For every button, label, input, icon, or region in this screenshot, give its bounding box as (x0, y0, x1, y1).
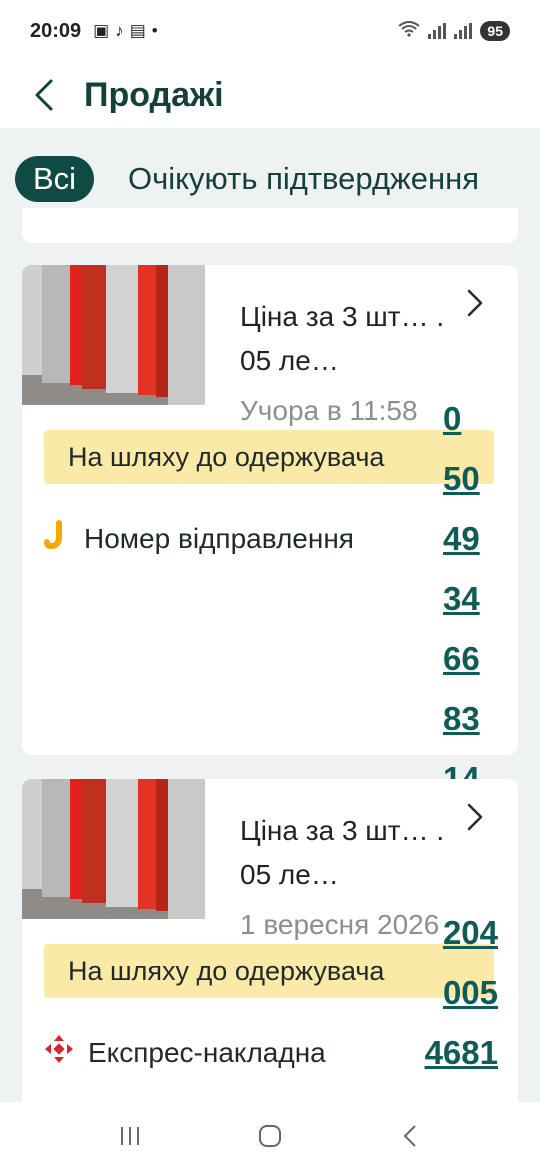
nova-poshta-icon (44, 1034, 74, 1071)
order-title: Ціна за 3 шт… . 05 ле… (240, 301, 445, 376)
signal-icon (428, 23, 447, 39)
status-time: 20:09 (30, 19, 82, 42)
order-card[interactable]: Ціна за 3 шт… . 05 ле… 1 вересня 2026 На… (22, 779, 518, 1102)
tab-awaiting-confirmation[interactable]: Очікують підтвердження (128, 156, 479, 202)
system-back-button[interactable] (390, 1116, 430, 1156)
tracking-digit: 0 (443, 400, 462, 437)
tracking-digit: 83 (443, 700, 480, 737)
tracking-digit: 4681 (424, 1034, 498, 1071)
tiktok-icon: ♪ (115, 21, 124, 40)
tracking-digit: 50 (443, 460, 480, 497)
status-bar: 20:09 ▣ ♪ ▤ • 95 (0, 0, 540, 62)
chevron-right-icon[interactable] (460, 285, 490, 321)
shipping-row: Номер відправлення (44, 520, 354, 557)
tracking-digit: 49 (443, 520, 480, 557)
product-thumbnail (22, 779, 205, 919)
notification-icons: ▣ ♪ ▤ • (93, 21, 158, 41)
shipping-row: Експрес-накладна (44, 1034, 326, 1071)
orders-list[interactable]: Ціна за 3 шт… . 05 ле… Учора в 11:58 На … (0, 208, 540, 1102)
tracking-number[interactable]: 204 005 4681 (408, 903, 498, 1083)
product-thumbnail (22, 265, 205, 405)
recent-apps-button[interactable] (110, 1116, 150, 1156)
home-icon (259, 1125, 281, 1147)
back-button[interactable] (24, 75, 64, 115)
calendar-icon: ▤ (129, 21, 146, 40)
status-badge: На шляху до одержувача (44, 430, 494, 484)
tracking-digit: 66 (443, 640, 480, 677)
tracking-digit: 34 (443, 580, 480, 617)
tracking-digit: 005 (442, 974, 498, 1011)
app-header: Продажі (0, 62, 540, 128)
recent-apps-icon (121, 1127, 139, 1145)
tab-all[interactable]: Всі (15, 156, 95, 202)
shipping-label: Експрес-накладна (88, 1036, 326, 1068)
screenshot-icon: ▣ (93, 21, 110, 40)
back-icon (403, 1125, 416, 1147)
home-button[interactable] (250, 1116, 290, 1156)
signal-icon-2 (454, 23, 473, 39)
order-date: Учора в 11:58 (240, 395, 418, 426)
shipping-label: Номер відправлення (84, 522, 354, 554)
chevron-right-icon[interactable] (460, 799, 490, 835)
battery-indicator: 95 (480, 21, 510, 41)
delivery-service-icon (44, 520, 70, 557)
order-card[interactable]: Ціна за 3 шт… . 05 ле… Учора в 11:58 На … (22, 265, 518, 797)
tracking-digit: 204 (442, 914, 498, 951)
order-card-partial[interactable] (22, 208, 518, 243)
tracking-number[interactable]: 0 50 49 34 66 83 14 (443, 389, 480, 809)
back-arrow-icon (35, 79, 53, 111)
filter-tabs: Всі Очікують підтвердження (0, 128, 540, 220)
order-title: Ціна за 3 шт… . 05 ле… (240, 815, 445, 890)
dot-icon: • (151, 21, 158, 40)
wifi-icon (398, 20, 421, 43)
page-title: Продажі (84, 75, 224, 114)
system-nav-bar (0, 1102, 540, 1170)
